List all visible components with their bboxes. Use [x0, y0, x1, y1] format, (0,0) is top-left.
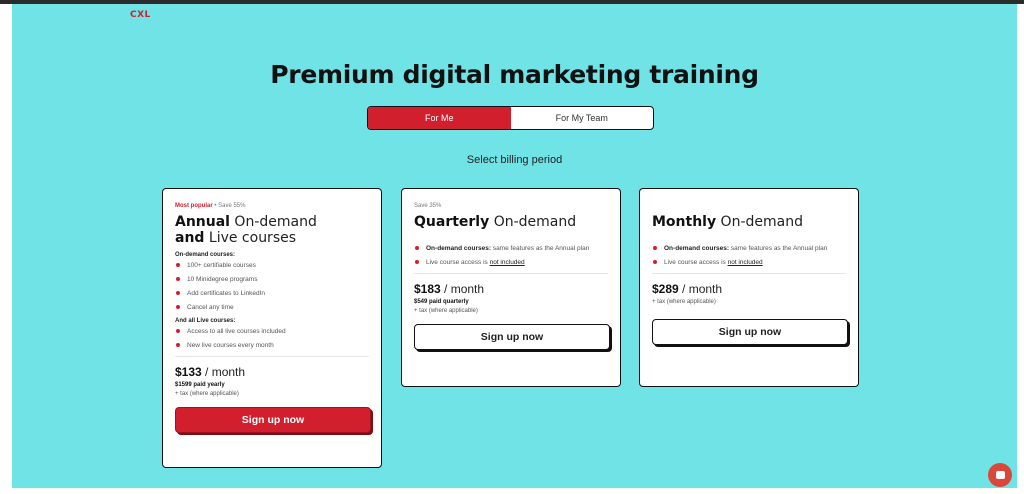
most-popular-badge: Most popular [175, 203, 213, 209]
feature-item: On-demand courses: same features as the … [652, 244, 846, 253]
red-dot-icon [653, 246, 657, 250]
save-badge: Save 55% [218, 203, 246, 209]
price: $133 / month [175, 365, 369, 379]
audience-toggle: For Me For My Team [367, 106, 654, 130]
red-dot-icon [415, 246, 419, 250]
sign-up-button-quarterly[interactable]: Sign up now [414, 324, 610, 350]
section-heading: On-demand courses: [175, 252, 236, 258]
sign-up-button-monthly[interactable]: Sign up now [652, 319, 848, 345]
red-dot-icon [176, 329, 180, 333]
price-period: / month [678, 282, 723, 296]
feature-list: Access to all live courses included New … [175, 327, 369, 350]
red-dot-icon [176, 277, 180, 281]
sign-up-button-annual[interactable]: Sign up now [175, 407, 371, 433]
divider [652, 273, 846, 274]
tax-note: + tax (where applicable) [652, 299, 716, 305]
feature-item: 100+ certifiable courses [175, 261, 369, 270]
feature-item: On-demand courses: same features as the … [414, 244, 608, 253]
not-included-link[interactable]: not included [490, 259, 525, 266]
tax-note: + tax (where applicable) [175, 391, 239, 397]
feature-item: New live courses every month [175, 341, 369, 350]
price: $183 / month [414, 282, 608, 296]
plan-card-annual: Most popular • Save 55% Annual On-demand… [162, 188, 382, 468]
plan-tag-empty [652, 203, 846, 211]
save-badge: Save 35% [414, 203, 442, 209]
tax-note: + tax (where applicable) [414, 308, 478, 314]
red-dot-icon [176, 343, 180, 347]
plan-tag: Most popular • Save 55% [175, 203, 369, 211]
paid-note: $549 paid quarterly [414, 299, 469, 305]
plan-name: Monthly On-demand [652, 214, 846, 230]
feature-item: Access to all live courses included [175, 327, 369, 336]
plan-name-bold: Monthly [652, 214, 717, 230]
red-dot-icon [176, 263, 180, 267]
feature-item: Add certificates to LinkedIn [175, 289, 369, 298]
price-period: / month [440, 282, 485, 296]
billing-period-label: Select billing period [466, 154, 563, 166]
feature-list: On-demand courses: same features as the … [414, 244, 608, 267]
section-heading: And all Live courses: [175, 318, 236, 324]
feature-list: On-demand courses: same features as the … [652, 244, 846, 267]
plan-name: Annual On-demand and Live courses [175, 214, 369, 246]
page-title: Premium digital marketing training [270, 60, 759, 89]
plan-name: Quarterly On-demand [414, 214, 608, 230]
plan-name-bold: and [175, 230, 205, 246]
red-dot-icon [415, 260, 419, 264]
price-period: / month [201, 365, 246, 379]
plan-card-monthly: Monthly On-demand On-demand courses: sam… [639, 188, 859, 387]
price-amount: $133 [175, 365, 202, 379]
plan-card-quarterly: Save 35% Quarterly On-demand On-demand c… [401, 188, 621, 387]
plan-name-rest: On-demand [229, 214, 317, 230]
price: $289 / month [652, 282, 846, 296]
toggle-for-me[interactable]: For Me [368, 107, 511, 129]
feature-item: Live course access is not included [414, 258, 608, 267]
red-dot-icon [653, 260, 657, 264]
feature-item: Live course access is not included [652, 258, 846, 267]
toggle-for-my-team[interactable]: For My Team [511, 107, 654, 129]
divider [414, 273, 608, 274]
red-dot-icon [176, 305, 180, 309]
plan-name-rest: Live courses [204, 230, 297, 246]
plan-name-bold: Annual [175, 214, 230, 230]
chat-bubble-icon[interactable] [988, 463, 1012, 487]
divider [175, 356, 369, 357]
plan-name-bold: Quarterly [414, 214, 490, 230]
not-included-link[interactable]: not included [728, 259, 763, 266]
plan-name-rest: On-demand [716, 214, 803, 230]
feature-item: Cancel any time [175, 303, 369, 312]
paid-note: $1599 paid yearly [175, 382, 225, 388]
feature-list: 100+ certifiable courses 10 Minidegree p… [175, 261, 369, 312]
red-dot-icon [176, 291, 180, 295]
price-amount: $183 [414, 282, 441, 296]
pricing-page: CXL Premium digital marketing training F… [12, 4, 1017, 488]
price-amount: $289 [652, 282, 679, 296]
feature-item: 10 Minidegree programs [175, 275, 369, 284]
cxl-logo[interactable]: CXL [130, 10, 151, 20]
plan-name-rest: On-demand [489, 214, 577, 230]
